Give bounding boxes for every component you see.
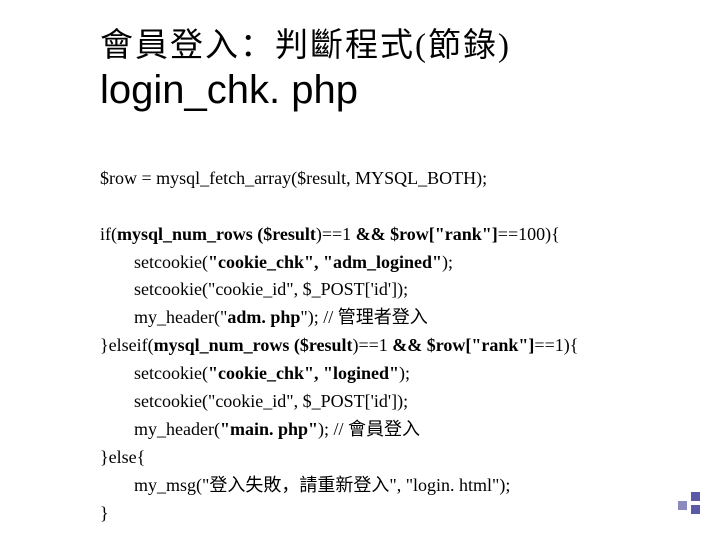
code-line: setcookie("cookie_chk", "adm_logined"); bbox=[100, 249, 453, 277]
code-line: }elseif(mysql_num_rows ($result)==1 && $… bbox=[100, 335, 578, 355]
title-chinese: 會員登入：判斷程式(節錄) bbox=[100, 18, 620, 66]
code-line: my_msg("登入失敗，請重新登入", "login. html"); bbox=[100, 472, 510, 500]
title-filename: login_chk. php bbox=[100, 68, 620, 113]
code-line: }else{ bbox=[100, 447, 145, 467]
code-line: my_header("adm. php"); // 管理者登入 bbox=[100, 304, 428, 332]
code-line: my_header("main. php"); // 會員登入 bbox=[100, 416, 420, 444]
decoration-icon bbox=[674, 492, 700, 516]
code-line: } bbox=[100, 503, 109, 523]
code-line: setcookie("cookie_id", $_POST['id']); bbox=[100, 388, 408, 416]
code-line: setcookie("cookie_id", $_POST['id']); bbox=[100, 276, 408, 304]
code-block: $row = mysql_fetch_array($result, MYSQL_… bbox=[100, 137, 620, 527]
code-line: setcookie("cookie_chk", "logined"); bbox=[100, 360, 410, 388]
slide-title-block: 會員登入：判斷程式(節錄) login_chk. php bbox=[100, 18, 620, 113]
code-line: $row = mysql_fetch_array($result, MYSQL_… bbox=[100, 168, 487, 188]
code-line: if(mysql_num_rows ($result)==1 && $row["… bbox=[100, 224, 560, 244]
